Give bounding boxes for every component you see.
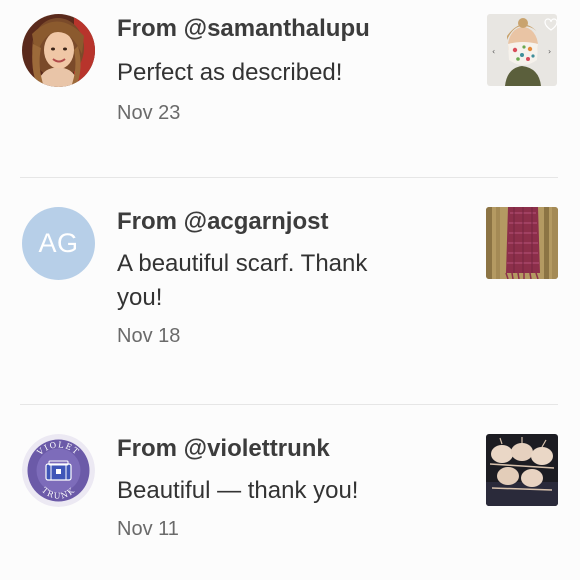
review-date: Nov 23 — [117, 102, 181, 124]
review-text: From @samanthalupu Perfect as described!… — [117, 14, 447, 126]
review-comment: Perfect as described! — [117, 59, 343, 86]
scarf-listing-thumbnail-icon — [486, 207, 558, 279]
review-text: From @acgarnjost A beautiful scarf. Than… — [117, 207, 417, 349]
divider — [20, 404, 558, 405]
svg-text:›: › — [548, 47, 551, 56]
reviewer-avatar[interactable] — [22, 14, 95, 87]
listing-thumbnail[interactable] — [486, 207, 558, 279]
review-comment: A beautiful scarf. Thank you! — [117, 250, 368, 311]
review-date: Nov 11 — [117, 518, 179, 540]
review-text: From @violettrunk Beautiful — thank you!… — [117, 434, 447, 542]
listing-thumbnail[interactable] — [486, 434, 558, 506]
review-comment: Beautiful — thank you! — [117, 477, 359, 504]
violet-trunk-logo-avatar-icon: VIOLET TRUNK — [22, 434, 95, 507]
review-author[interactable]: From @violettrunk — [117, 434, 447, 464]
reviewer-avatar[interactable]: VIOLET TRUNK — [22, 434, 95, 507]
svg-text:‹: ‹ — [492, 47, 495, 56]
user-photo-avatar-icon — [22, 14, 95, 87]
bras-listing-thumbnail-icon — [486, 434, 558, 506]
avatar-initials: AG — [38, 228, 79, 258]
review-author[interactable]: From @samanthalupu — [117, 14, 447, 44]
listing-thumbnail[interactable]: ‹ › — [487, 14, 557, 86]
divider — [20, 177, 558, 178]
face-mask-listing-thumbnail-icon: ‹ › — [487, 14, 557, 86]
review-date: Nov 18 — [117, 325, 181, 347]
reviewer-avatar[interactable]: AG — [22, 207, 95, 280]
review-author[interactable]: From @acgarnjost — [117, 207, 417, 237]
